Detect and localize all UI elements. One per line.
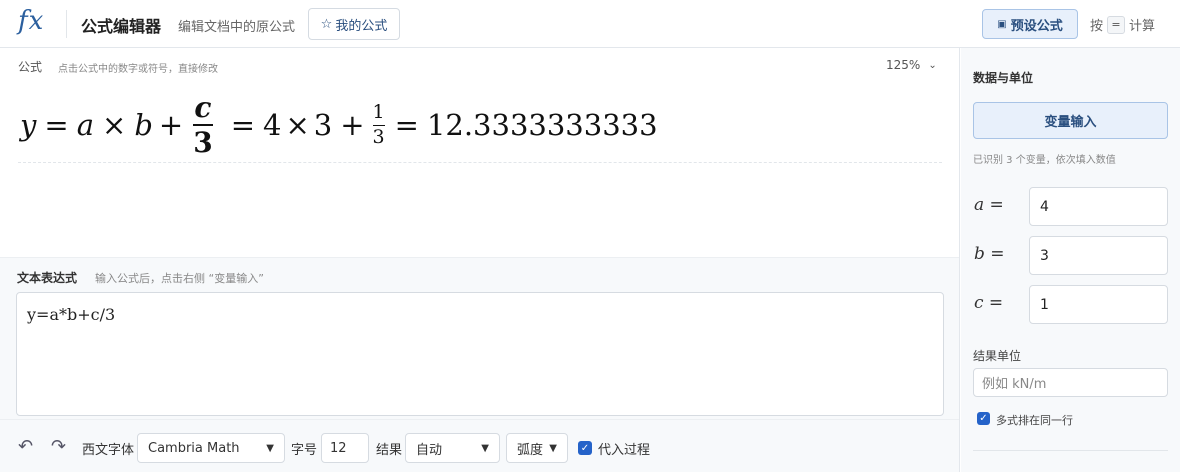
preset-formula-label: 预设公式	[1010, 18, 1063, 34]
result-value: 自动	[416, 442, 443, 458]
side-title: 数据与单位	[973, 71, 1034, 85]
side-divider	[973, 450, 1168, 451]
side-panel: 数据与单位 变量输入 已识别 3 个变量，依次填入数值 a = 4 b = 3 …	[961, 48, 1180, 472]
chevron-down-icon: ▼	[266, 442, 274, 454]
chevron-down-icon: ⌄	[928, 59, 937, 71]
formula-fraction-c3[interactable]: c 3	[193, 92, 213, 158]
formula-divider	[18, 162, 942, 163]
result-label: 结果	[376, 443, 403, 458]
zoom-value: 125%	[886, 58, 921, 72]
formula-times[interactable]: ×	[102, 108, 126, 142]
size-label: 字号	[291, 443, 318, 458]
preset-icon: ▣	[997, 18, 1007, 30]
var-a-input[interactable]: 4	[1029, 187, 1168, 226]
star-icon: ☆	[320, 16, 333, 32]
main-panel: 公式 点击公式中的数字或符号，直接修改 125% ⌄ y = a × b + c…	[0, 48, 960, 472]
formula-val-b[interactable]: 3	[314, 108, 332, 142]
same-line-checkbox[interactable]: ✓	[977, 412, 990, 425]
formula-plus[interactable]: +	[159, 108, 183, 142]
formula-times[interactable]: ×	[285, 108, 309, 142]
chevron-down-icon: ▼	[549, 442, 557, 454]
result-select[interactable]: 自动 ▼	[405, 433, 500, 463]
hint-suffix: 计算	[1129, 19, 1156, 34]
formula-var-b[interactable]: b	[134, 108, 153, 142]
redo-icon[interactable]: ↷	[51, 436, 66, 457]
detected-variables-text: 已识别 3 个变量，依次填入数值	[973, 155, 1116, 166]
angle-unit-value: 弧度	[517, 442, 544, 458]
text-expression-input[interactable]: y=a*b+c/3	[16, 292, 944, 416]
check-icon: ✓	[979, 413, 988, 424]
calc-shortcut-hint: 按 = 计算	[1090, 15, 1155, 34]
app-title: 公式编辑器	[81, 17, 162, 36]
formula-label: 公式	[18, 60, 43, 74]
logo-divider	[66, 10, 67, 38]
formula-eq[interactable]: =	[395, 108, 419, 142]
formula-val-a[interactable]: 4	[263, 108, 281, 142]
zoom-select[interactable]: 125% ⌄	[886, 58, 937, 72]
fx-logo-icon: fx	[18, 6, 45, 36]
angle-unit-select[interactable]: 弧度 ▼	[506, 433, 568, 463]
my-formula-button[interactable]: ☆ 我的公式	[308, 8, 400, 40]
formula-eq[interactable]: =	[231, 108, 255, 142]
same-line-label: 多式排在同一行	[996, 414, 1073, 427]
variable-input-button[interactable]: 变量输入	[973, 102, 1168, 139]
formula-plus[interactable]: +	[340, 108, 364, 142]
substitute-label: 代入过程	[598, 443, 651, 458]
undo-icon[interactable]: ↶	[18, 436, 33, 457]
formula-fraction-13[interactable]: 1 3	[372, 102, 385, 148]
substitute-checkbox[interactable]: ✓	[578, 441, 592, 455]
unit-label: 结果单位	[973, 349, 1022, 363]
var-c-label: c =	[974, 293, 1004, 313]
fraction-denominator[interactable]: 3	[373, 127, 385, 148]
var-c-input[interactable]: 1	[1029, 285, 1168, 324]
bottom-toolbar: ↶ ↷ 西文字体 Cambria Math ▼ 字号 12 结果 自动 ▼ 弧度…	[0, 419, 959, 472]
formula-result[interactable]: 12.3333333333	[427, 108, 658, 142]
preset-formula-button[interactable]: ▣ 预设公式	[982, 9, 1078, 39]
text-expression-section: 文本表达式 输入公式后，点击右侧 “变量输入” y=a*b+c/3	[0, 257, 959, 419]
fraction-denominator[interactable]: 3	[193, 128, 212, 158]
my-formula-label: 我的公式	[335, 18, 388, 34]
fraction-numerator[interactable]: c	[194, 92, 211, 122]
top-bar: fx 公式编辑器 编辑文档中的原公式 ☆ 我的公式 ▣ 预设公式 按 = 计算	[0, 0, 1180, 48]
var-a-label: a =	[974, 195, 1004, 215]
fraction-numerator[interactable]: 1	[373, 102, 385, 123]
equals-key: =	[1107, 15, 1126, 34]
formula-eq[interactable]: =	[44, 108, 68, 142]
formula-display[interactable]: y = a × b + c 3 = 4 × 3 + 1 3 = 12.33333…	[20, 90, 658, 160]
formula-hint: 点击公式中的数字或符号，直接修改	[58, 64, 218, 75]
formula-var-a[interactable]: a	[77, 108, 94, 142]
var-b-label: b =	[974, 244, 1005, 264]
text-expression-hint: 输入公式后，点击右侧 “变量输入”	[95, 272, 264, 285]
unit-input[interactable]: 例如 kN/m	[973, 368, 1168, 397]
font-value: Cambria Math	[148, 440, 240, 456]
hint-prefix: 按	[1090, 19, 1104, 34]
chevron-down-icon: ▼	[481, 442, 489, 454]
check-icon: ✓	[580, 442, 590, 454]
font-label: 西文字体	[82, 443, 135, 458]
font-select[interactable]: Cambria Math ▼	[137, 433, 285, 463]
formula-var-y[interactable]: y	[20, 108, 36, 142]
var-b-input[interactable]: 3	[1029, 236, 1168, 275]
font-size-input[interactable]: 12	[321, 433, 369, 463]
text-expression-label: 文本表达式	[17, 271, 78, 285]
app-subtitle: 编辑文档中的原公式	[178, 20, 296, 35]
